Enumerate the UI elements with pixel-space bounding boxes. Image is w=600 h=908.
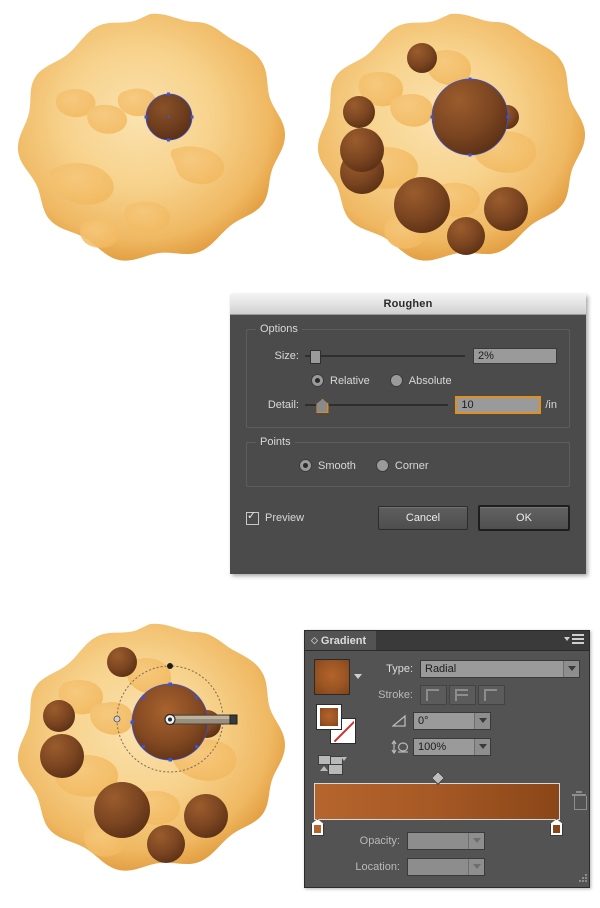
dialog-title: Roughen	[383, 298, 433, 310]
stroke-across-button[interactable]	[478, 684, 505, 705]
angle-row: 0°	[367, 711, 580, 730]
cookie-many-chips[interactable]	[300, 0, 600, 295]
absolute-label[interactable]: Absolute	[409, 375, 452, 387]
gradient-panel: ◇ Gradient Type: Radial Stroke: 0° 100% …	[304, 630, 590, 888]
size-input[interactable]: 2%	[473, 348, 557, 364]
angle-value: 0°	[418, 714, 429, 727]
smooth-label[interactable]: Smooth	[318, 460, 356, 472]
cookie-2-svg	[317, 13, 585, 261]
gradient-bottom-fields: Opacity: Location:	[314, 831, 580, 876]
gradient-shape-icon[interactable]	[318, 755, 347, 775]
opacity-row: Opacity:	[314, 831, 580, 850]
points-legend: Points	[256, 436, 295, 448]
cancel-button[interactable]: Cancel	[378, 506, 468, 530]
size-slider-thumb[interactable]	[309, 350, 321, 364]
cookie-3-svg	[17, 623, 285, 871]
dialog-titlebar[interactable]: Roughen	[230, 294, 586, 315]
panel-tabbar: ◇ Gradient	[305, 631, 589, 651]
panel-menu-button[interactable]	[564, 634, 584, 644]
location-label: Location:	[355, 860, 400, 873]
chevron-down-icon[interactable]	[468, 832, 484, 849]
type-row: Type: Radial	[367, 659, 580, 678]
screenshot-canvas: Roughen Options Size: 2% Relative Absolu…	[0, 0, 600, 908]
aspect-input[interactable]: 100%	[413, 737, 491, 756]
detail-row: Detail: 10 /in	[259, 395, 557, 415]
preview-label[interactable]: Preview	[265, 512, 304, 524]
chevron-down-icon[interactable]	[563, 660, 579, 677]
points-fieldset: Points Smooth Corner	[246, 436, 570, 487]
points-radios: Smooth Corner	[299, 459, 557, 472]
chevron-down-icon[interactable]	[474, 712, 490, 729]
angle-icon	[391, 714, 409, 727]
preview-checkbox[interactable]	[246, 510, 259, 525]
size-label: Size:	[274, 350, 299, 362]
chevron-down-icon[interactable]	[468, 858, 484, 875]
aspect-row: 100%	[367, 737, 580, 756]
size-row: Size: 2%	[259, 346, 557, 366]
absolute-radio[interactable]	[389, 374, 403, 387]
gradient-rotate-handle[interactable]	[167, 663, 173, 669]
stroke-row: Stroke:	[367, 684, 580, 705]
chevron-down-icon	[341, 757, 347, 761]
cookie-1-svg	[17, 13, 285, 261]
fill-swatch[interactable]	[316, 704, 342, 730]
size-slider[interactable]	[305, 350, 465, 364]
opacity-label: Opacity:	[359, 834, 400, 847]
roughen-dialog: Roughen Options Size: 2% Relative Absolu…	[230, 294, 586, 574]
options-legend: Options	[256, 323, 302, 335]
location-row: Location:	[314, 857, 580, 876]
panel-grip-icon: ◇	[311, 635, 318, 645]
location-input[interactable]	[407, 857, 485, 876]
cookie-gradient-annotator[interactable]	[0, 612, 300, 908]
gradient-left-column	[314, 659, 372, 775]
tab-gradient-label: Gradient	[320, 634, 367, 647]
gradient-preview-swatch[interactable]	[314, 659, 350, 695]
smooth-radio[interactable]	[299, 459, 312, 472]
opacity-input[interactable]	[407, 831, 485, 850]
gradient-right-column: Type: Radial Stroke: 0° 100%	[367, 659, 580, 763]
options-fieldset: Options Size: 2% Relative Absolute Detai…	[246, 323, 570, 428]
gradient-ramp[interactable]	[314, 783, 560, 820]
chevron-down-icon	[564, 637, 570, 641]
detail-slider[interactable]	[305, 399, 449, 413]
detail-label: Detail:	[267, 399, 299, 411]
dialog-footer: Preview Cancel OK	[246, 505, 570, 531]
stroke-gradient-buttons[interactable]	[420, 684, 505, 705]
cookie-single-chip-selected[interactable]	[0, 0, 300, 295]
dialog-body: Options Size: 2% Relative Absolute Detai…	[230, 315, 586, 561]
corner-label[interactable]: Corner	[395, 460, 429, 472]
ok-button[interactable]: OK	[478, 505, 570, 531]
angle-input[interactable]: 0°	[413, 711, 491, 730]
detail-unit: /in	[545, 399, 557, 411]
aspect-ratio-icon	[391, 739, 409, 754]
fill-stroke-control[interactable]	[316, 704, 358, 744]
hamburger-icon	[572, 634, 584, 644]
type-select-value: Radial	[425, 662, 457, 675]
panel-resize-grip[interactable]	[577, 874, 587, 884]
stroke-along-button[interactable]	[449, 684, 476, 705]
detail-slider-thumb[interactable]	[316, 399, 329, 413]
chevron-down-icon[interactable]	[354, 674, 362, 679]
size-mode-radios: Relative Absolute	[311, 374, 557, 387]
type-label: Type:	[386, 662, 413, 675]
relative-radio[interactable]	[311, 374, 324, 387]
tab-gradient[interactable]: ◇ Gradient	[305, 631, 377, 650]
chevron-down-icon[interactable]	[474, 738, 490, 755]
detail-input[interactable]: 10	[455, 396, 542, 414]
gradient-type-buttons[interactable]	[318, 755, 347, 775]
type-select[interactable]: Radial	[420, 659, 580, 678]
gradient-end-handle[interactable]	[229, 714, 238, 725]
triangle-icon	[320, 766, 328, 771]
delete-stop-icon[interactable]	[572, 791, 587, 810]
corner-radio[interactable]	[375, 459, 389, 472]
aspect-value: 100%	[418, 740, 447, 753]
gradient-aspect-handle[interactable]	[113, 715, 121, 723]
relative-label[interactable]: Relative	[330, 375, 370, 387]
stroke-within-button[interactable]	[420, 684, 447, 705]
gradient-slider[interactable]	[311, 770, 587, 836]
stroke-label: Stroke:	[378, 688, 413, 701]
gradient-panel-body: Type: Radial Stroke: 0° 100% Opacity: Lo…	[305, 651, 589, 886]
